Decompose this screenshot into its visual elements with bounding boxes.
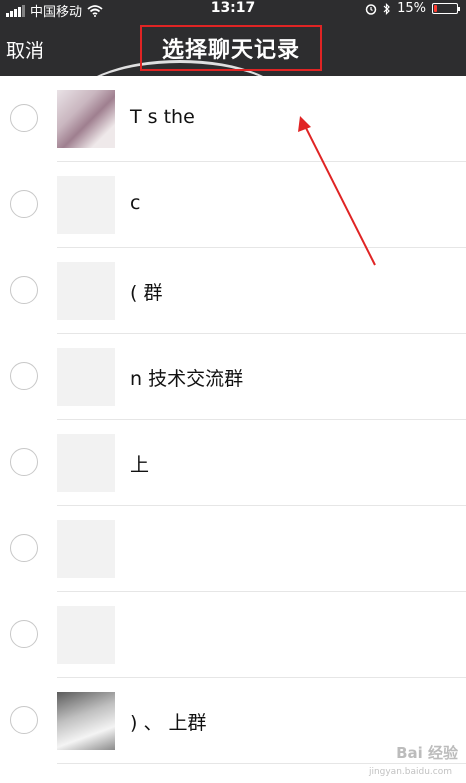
chat-avatar — [57, 176, 115, 234]
chat-name: c — [130, 192, 141, 214]
chat-avatar — [57, 348, 115, 406]
select-radio[interactable] — [10, 276, 38, 304]
watermark-url: jingyan.baidu.com — [368, 767, 452, 777]
chat-row[interactable] — [0, 592, 466, 678]
select-radio[interactable] — [10, 534, 38, 562]
status-bar: 中国移动 13:17 15% — [0, 0, 466, 20]
chat-row[interactable]: c — [0, 162, 466, 248]
chat-row[interactable]: 上 — [0, 420, 466, 506]
chat-avatar — [57, 520, 115, 578]
cancel-button[interactable]: 取消 — [6, 36, 44, 63]
row-divider — [57, 763, 466, 764]
chat-name: 上 — [130, 454, 150, 476]
page-title: 选择聊天记录 — [161, 38, 300, 63]
chat-name: ( 群 — [130, 282, 163, 304]
chat-avatar — [57, 434, 115, 492]
page-title-highlight: 选择聊天记录 — [140, 25, 322, 71]
chat-avatar — [57, 606, 115, 664]
bluetooth-icon — [383, 2, 390, 15]
status-right: 15% — [365, 1, 460, 16]
battery-icon — [432, 3, 460, 14]
chat-name: ) 、 上群 — [130, 712, 207, 734]
chat-row[interactable]: n 技术交流群 — [0, 334, 466, 420]
chat-avatar — [57, 90, 115, 148]
select-radio[interactable] — [10, 362, 38, 390]
nav-bar: 取消 选择聊天记录 — [0, 18, 466, 76]
select-radio[interactable] — [10, 104, 38, 132]
chat-avatar — [57, 692, 115, 750]
chat-name: T s the — [130, 106, 195, 128]
watermark-logo: Bai 经验 — [396, 744, 458, 762]
alarm-icon — [365, 3, 377, 15]
select-radio[interactable] — [10, 706, 38, 734]
select-radio[interactable] — [10, 620, 38, 648]
chat-row[interactable] — [0, 506, 466, 592]
chat-list: T s the c ( 群 n 技术交流群 上) 、 上群 — [0, 76, 466, 764]
battery-percent: 15% — [397, 1, 426, 16]
chat-row[interactable]: T s the — [0, 76, 466, 162]
select-radio[interactable] — [10, 190, 38, 218]
chat-name: n 技术交流群 — [130, 368, 244, 390]
chat-avatar — [57, 262, 115, 320]
chat-row[interactable]: ( 群 — [0, 248, 466, 334]
select-radio[interactable] — [10, 448, 38, 476]
battery-fill — [434, 5, 437, 12]
